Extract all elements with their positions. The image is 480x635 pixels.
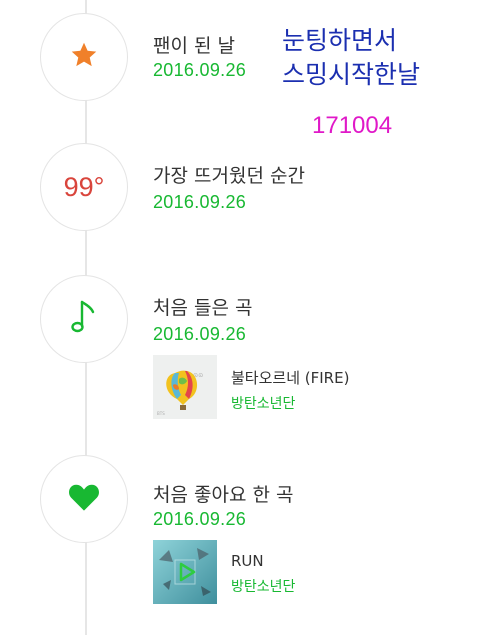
handwritten-annotation: 눈팅하면서 스밍시작한날	[282, 24, 420, 92]
milestone-date: 2016.09.26	[153, 324, 247, 344]
album-art-thumbnail[interactable]: ɷɷ BTS	[153, 355, 217, 419]
degree-icon: 99°	[63, 171, 105, 202]
track-artist[interactable]: 방탄소년단	[231, 576, 295, 596]
milestone-title: 팬이 된 날	[153, 35, 235, 57]
svg-text:BTS: BTS	[157, 411, 165, 416]
milestone-date: 2016.09.26	[153, 60, 247, 80]
milestone-title: 가장 뜨거웠던 순간	[153, 165, 305, 187]
track-title: RUN	[231, 552, 264, 570]
milestone-title: 처음 좋아요 한 곡	[153, 484, 294, 506]
milestone-date: 2016.09.26	[153, 509, 247, 529]
album-art-thumbnail[interactable]	[153, 540, 217, 604]
milestone-icon-circle	[40, 455, 128, 543]
annotation-line-2: 스밍시작한날	[282, 60, 421, 89]
milestone-icon-circle	[40, 13, 128, 101]
milestone-date: 2016.09.26	[153, 192, 247, 212]
handwritten-number: 171004	[312, 112, 393, 139]
heart-icon	[67, 482, 101, 516]
milestone-icon-circle	[40, 275, 128, 363]
star-icon	[70, 41, 98, 73]
milestone-icon-circle: 99°	[40, 143, 128, 231]
track-artist[interactable]: 방탄소년단	[231, 393, 295, 413]
music-note-icon	[69, 298, 99, 340]
annotation-line-1: 눈팅하면서	[282, 26, 398, 55]
track-title: 불타오르네 (FIRE)	[231, 369, 350, 387]
milestone-title: 처음 들은 곡	[153, 297, 253, 319]
